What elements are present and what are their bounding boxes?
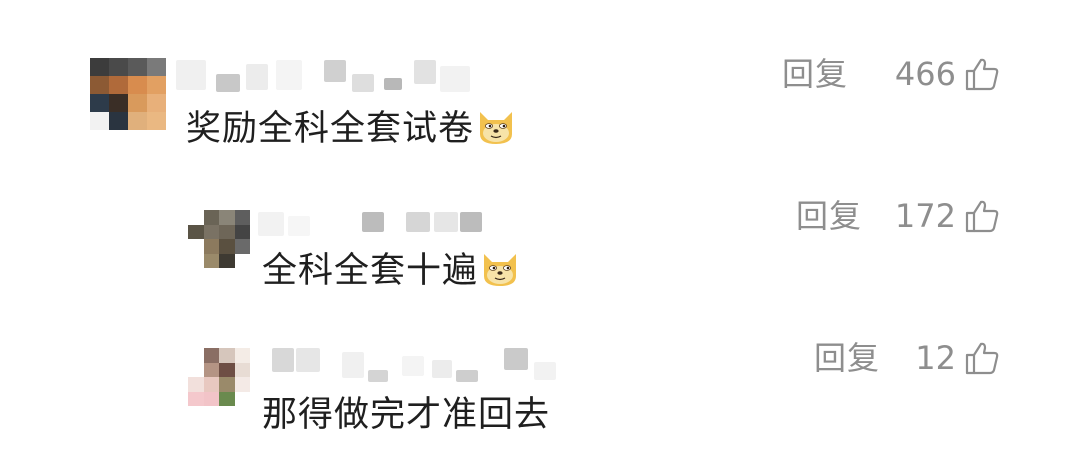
username-redacted[interactable]: [258, 212, 488, 252]
reply-comment-item: 那得做完才准回去 回复 12: [0, 310, 1080, 465]
comment-text: 全科全套十遍: [262, 248, 520, 294]
like-count: 172: [894, 197, 956, 235]
thumbs-up-icon[interactable]: [964, 56, 1000, 92]
comment-text: 那得做完才准回去: [262, 392, 550, 438]
reply-button[interactable]: 回复: [782, 54, 848, 94]
like-count: 466: [894, 55, 956, 93]
comment-text-content: 那得做完才准回去: [262, 395, 551, 435]
like-count: 12: [915, 339, 956, 377]
doge-emoji: [484, 254, 517, 286]
comment-item: 奖励全科全套试卷 回复 466: [0, 0, 1080, 170]
avatar[interactable]: [188, 348, 250, 406]
comment-text-content: 奖励全科全套试卷: [186, 109, 475, 149]
comment-text-content: 全科全套十遍: [262, 251, 479, 291]
reply-button[interactable]: 回复: [796, 196, 862, 236]
avatar[interactable]: [90, 58, 166, 130]
reply-comment-item: 全科全套十遍 回复 172: [0, 170, 1080, 310]
doge-emoji: [480, 112, 513, 144]
avatar[interactable]: [188, 210, 250, 268]
username-redacted[interactable]: [272, 348, 572, 388]
reply-button[interactable]: 回复: [814, 338, 880, 378]
thumbs-up-icon[interactable]: [964, 198, 1000, 234]
comment-text: 奖励全科全套试卷: [186, 106, 516, 152]
thumbs-up-icon[interactable]: [964, 340, 1000, 376]
username-redacted[interactable]: [176, 60, 476, 100]
